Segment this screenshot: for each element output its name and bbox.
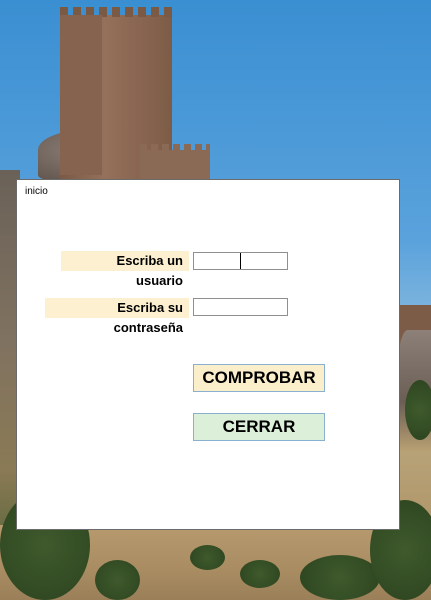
shrub (95, 560, 140, 600)
shrub (240, 560, 280, 588)
username-label: Escriba un usuario (61, 251, 189, 288)
shrub (300, 555, 380, 600)
close-button[interactable]: CERRAR (193, 413, 325, 441)
shrub (190, 545, 225, 570)
shrub (405, 380, 431, 440)
check-button[interactable]: COMPROBAR (193, 364, 325, 392)
form-title: inicio (25, 186, 48, 197)
castle-tower-shade (60, 15, 102, 175)
login-form-window: inicio Escriba un usuario Escriba su con… (16, 179, 400, 530)
text-cursor (240, 253, 241, 269)
password-input[interactable] (193, 298, 288, 316)
password-label: Escriba su contraseña (45, 298, 189, 335)
